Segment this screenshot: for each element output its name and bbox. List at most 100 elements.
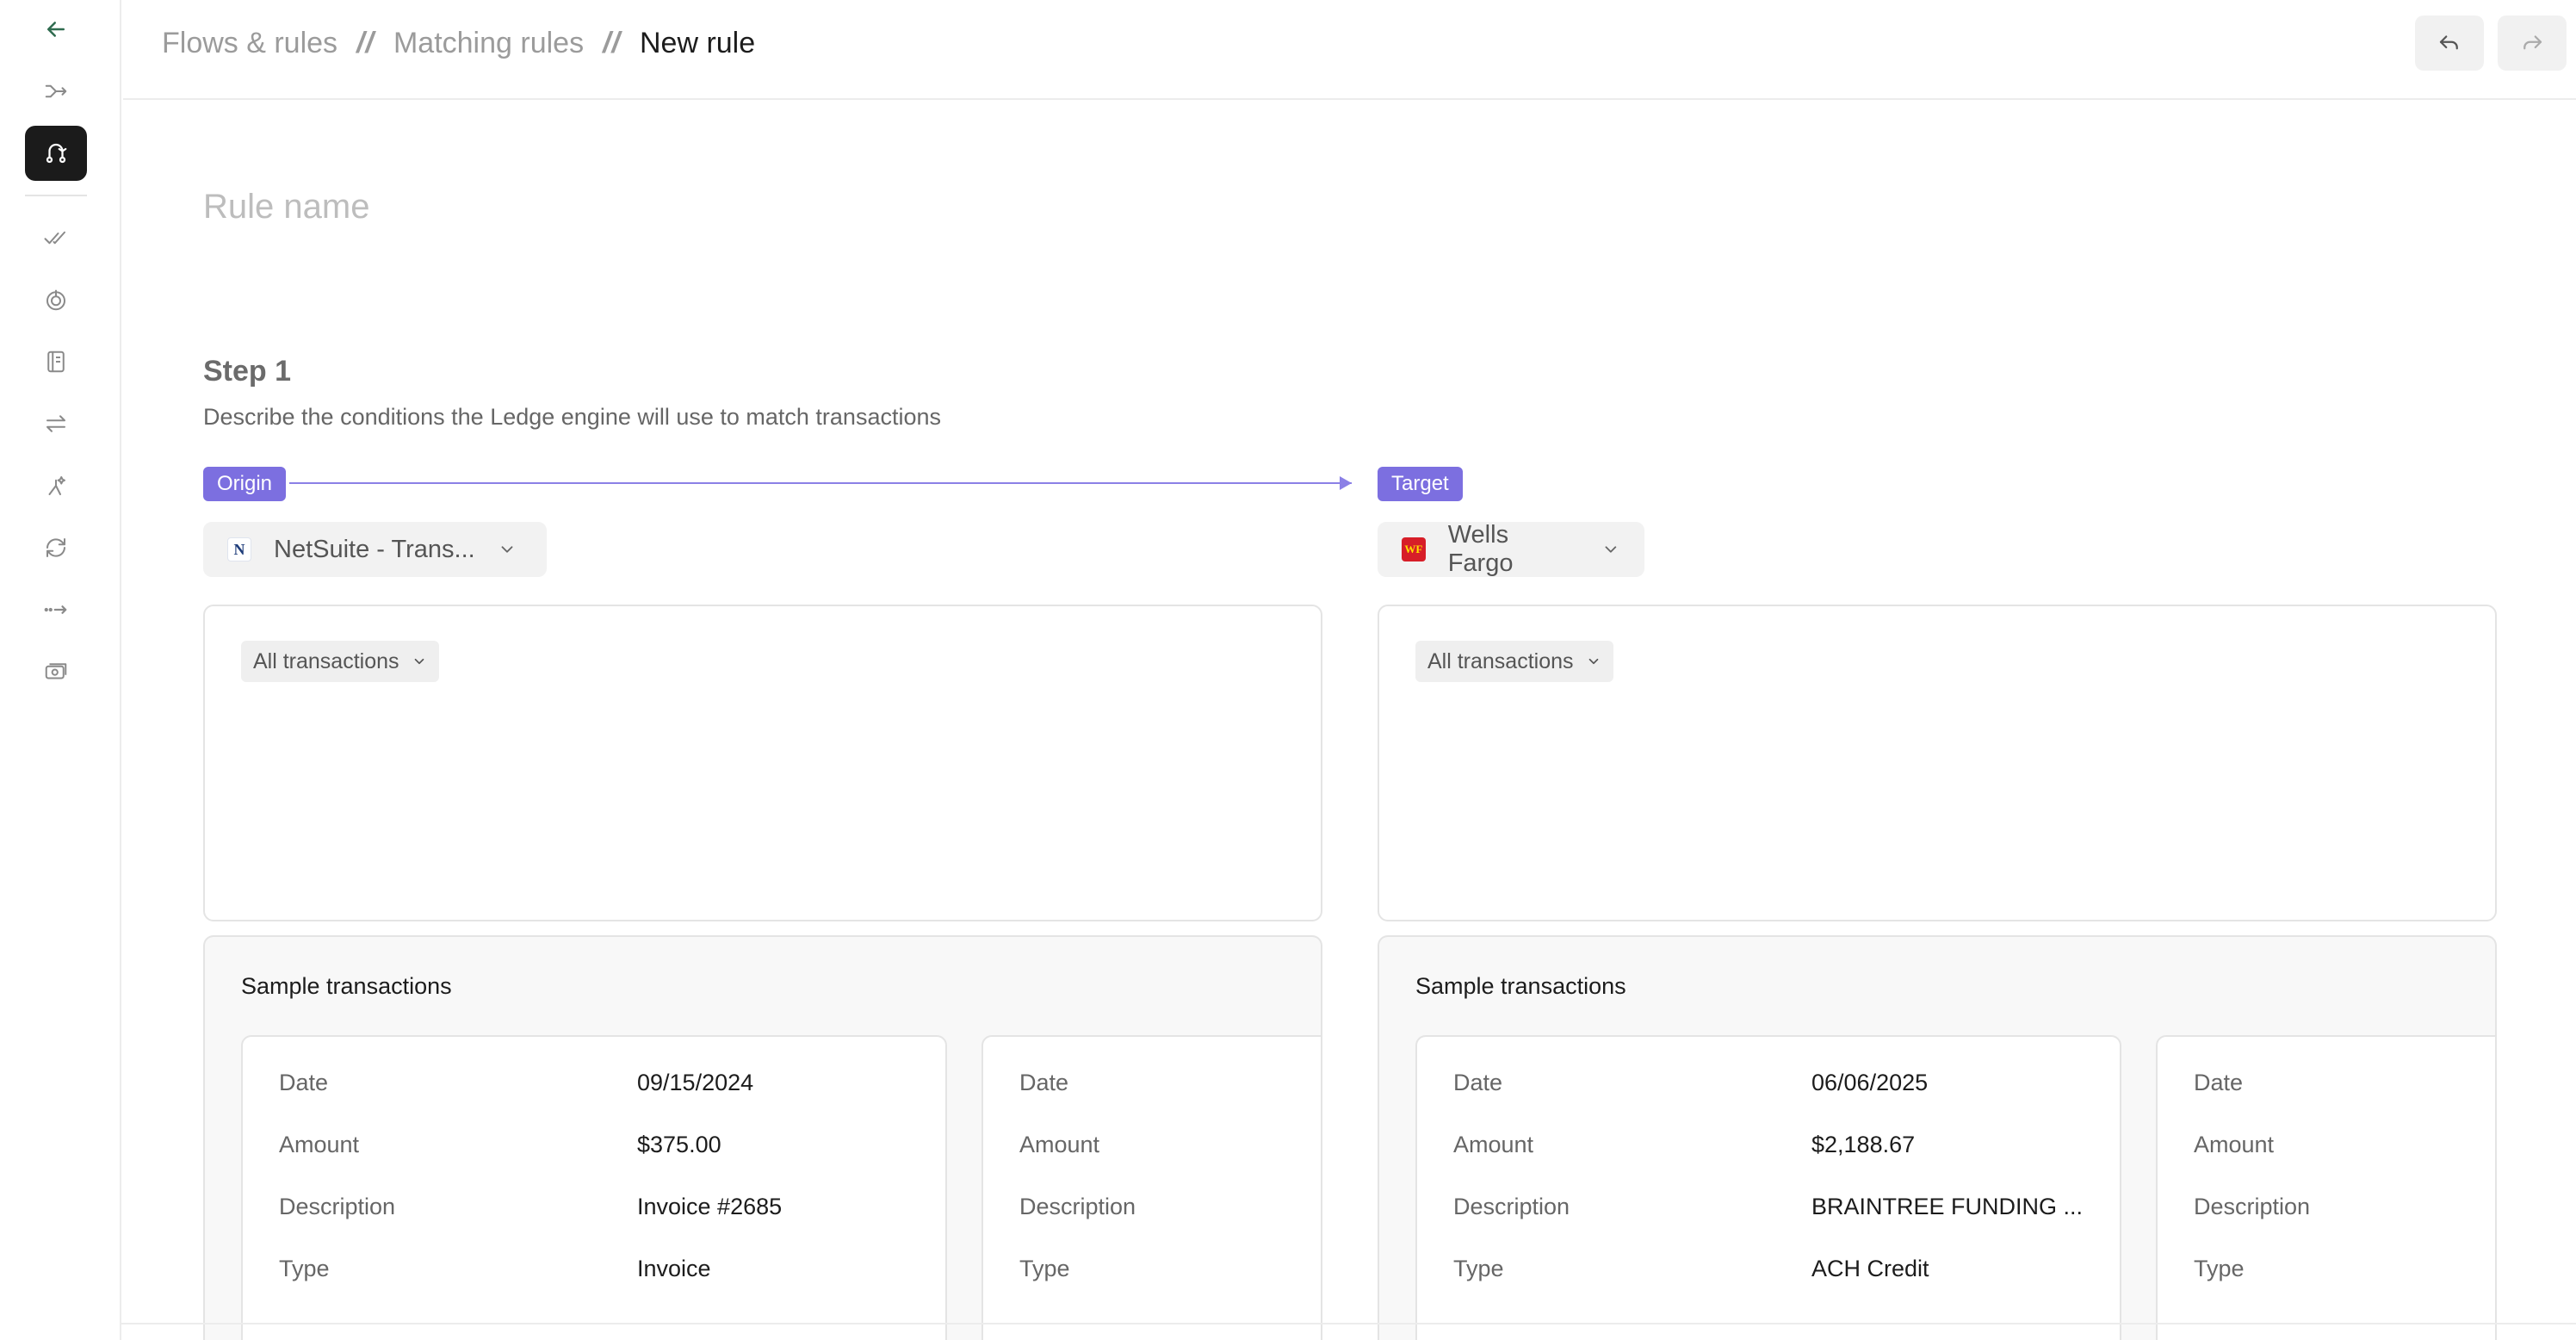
field-row-description: Description BRAINTREE FUNDING ...: [1453, 1194, 2083, 1220]
origin-source-label: NetSuite - Trans...: [274, 535, 475, 563]
top-header: Flows & rules // Matching rules // New r…: [123, 0, 2576, 100]
sidebar-item-automation[interactable]: [25, 458, 87, 513]
sidebar-item-sync[interactable]: [25, 520, 87, 575]
target-sample-card[interactable]: Date 06/06/2025 Amount $2,188.67 Descripti…: [1415, 1035, 2121, 1340]
chevron-down-icon: [414, 658, 424, 665]
breadcrumb-separator: //: [356, 26, 375, 59]
sidebar-item-cash[interactable]: [25, 644, 87, 699]
field-row-date: Date 06/06/2025: [1453, 1070, 1928, 1096]
sidebar-item-transfers[interactable]: [25, 396, 87, 451]
step-title: Step 1: [203, 355, 292, 388]
target-sample-title: Sample transactions: [1415, 973, 1626, 999]
target-source-select[interactable]: WF Wells Fargo: [1378, 521, 1644, 577]
chevron-down-icon: [1605, 546, 1617, 553]
field-row-type: Type Invoice: [279, 1256, 711, 1282]
field-label: Description: [279, 1194, 396, 1219]
field-label: Date: [2194, 1070, 2244, 1095]
target-pill: Target: [1378, 467, 1463, 501]
step-description: Describe the conditions the Ledge engine…: [203, 404, 941, 430]
breadcrumb-separator: //: [603, 26, 621, 59]
wells-fargo-logo-icon: WF: [1402, 537, 1426, 561]
origin-filter-label: All transactions: [253, 648, 399, 673]
origin-sample-card[interactable]: Date 09/15/2024 Amount $375.00 Description…: [241, 1035, 947, 1340]
origin-pill: Origin: [203, 467, 287, 501]
sidebar-item-matching-rules[interactable]: [25, 126, 87, 181]
sidebar-item-reconciliation[interactable]: [25, 210, 87, 265]
sidebar-item-ledger[interactable]: [25, 334, 87, 389]
double-check-icon: [44, 231, 65, 245]
field-label: Amount: [2194, 1132, 2275, 1157]
field-label: Description: [2194, 1194, 2311, 1219]
field-row-amount: Amount: [1019, 1132, 1099, 1158]
back-button[interactable]: [25, 2, 87, 57]
netsuite-logo-icon: N: [227, 537, 251, 561]
sidebar: [0, 0, 121, 1340]
field-row-amount: Amount $375.00: [279, 1132, 721, 1158]
field-label: Type: [279, 1256, 330, 1281]
target-source-label: Wells Fargo: [1447, 521, 1514, 577]
origin-target-connector: [289, 482, 1352, 484]
field-value: 09/15/2024: [637, 1070, 754, 1095]
target-filter-label: All transactions: [1427, 648, 1574, 673]
undo-icon: [2439, 35, 2458, 50]
field-value: $2,188.67: [1811, 1132, 1916, 1157]
field-row-date: Date: [2194, 1070, 2243, 1096]
breadcrumb: Flows & rules // Matching rules // New r…: [162, 22, 755, 64]
field-row-description: Description: [1019, 1194, 1136, 1220]
target-sample-card[interactable]: Date Amount Description Type: [2156, 1035, 2495, 1340]
field-row-amount: Amount $2,188.67: [1453, 1132, 1915, 1158]
field-row-type: Type ACH Credit: [1453, 1256, 1929, 1282]
field-label: Description: [1019, 1194, 1136, 1219]
field-label: Type: [2194, 1256, 2245, 1281]
connector-arrowhead: [1340, 476, 1352, 490]
chevron-down-icon: [1588, 658, 1598, 665]
breadcrumb-flows-rules[interactable]: Flows & rules: [162, 27, 337, 60]
dots-arrow-icon: [44, 605, 67, 614]
chevron-down-icon: [501, 546, 513, 553]
origin-filter-dropdown[interactable]: All transactions: [241, 641, 439, 682]
field-label: Date: [1019, 1070, 1069, 1095]
field-value: ACH Credit: [1811, 1256, 1929, 1281]
breadcrumb-new-rule: New rule: [639, 26, 756, 59]
origin-sample-title: Sample transactions: [241, 973, 452, 999]
field-label: Type: [1453, 1256, 1504, 1281]
field-row-type: Type: [2194, 1256, 2245, 1282]
breadcrumb-matching-rules[interactable]: Matching rules: [393, 27, 584, 60]
field-value: Invoice #2685: [637, 1194, 783, 1219]
rule-name-input[interactable]: [203, 181, 1064, 233]
matching-rules-icon: [46, 143, 67, 164]
undo-button[interactable]: [2415, 16, 2484, 71]
sync-icon: [46, 538, 65, 557]
field-value: BRAINTREE FUNDING ...: [1811, 1194, 2084, 1219]
redo-icon: [2523, 35, 2542, 50]
target-filter-dropdown[interactable]: All transactions: [1415, 641, 1613, 682]
origin-sample-panel: Sample transactions Date 09/15/2024 Amoun…: [203, 935, 1322, 1340]
target-sample-panel: Sample transactions Date 06/06/2025 Amoun…: [1378, 935, 2497, 1340]
transfer-arrows-icon: [46, 415, 65, 432]
field-value: 06/06/2025: [1811, 1070, 1929, 1095]
origin-filter-box: All transactions: [203, 605, 1322, 921]
target-icon: [46, 289, 65, 311]
field-row-description: Description Invoice #2685: [279, 1194, 782, 1220]
field-row-date: Date 09/15/2024: [279, 1070, 753, 1096]
redo-button[interactable]: [2498, 16, 2567, 71]
field-label: Date: [279, 1070, 329, 1095]
field-row-amount: Amount: [2194, 1132, 2274, 1158]
field-label: Description: [1453, 1194, 1570, 1219]
origin-source-select[interactable]: N NetSuite - Trans...: [203, 522, 547, 577]
sidebar-item-pipelines[interactable]: [25, 582, 87, 637]
field-row-description: Description: [2194, 1194, 2310, 1220]
sidebar-divider: [25, 195, 87, 196]
field-value: $375.00: [637, 1132, 721, 1157]
field-label: Amount: [1453, 1132, 1534, 1157]
origin-sample-card[interactable]: Date Amount Description Type: [981, 1035, 1321, 1340]
sidebar-item-flows[interactable]: [25, 64, 87, 119]
field-label: Amount: [1019, 1132, 1100, 1157]
flow-merge-icon: [45, 84, 67, 98]
field-row-date: Date: [1019, 1070, 1068, 1096]
field-value: Invoice: [637, 1256, 711, 1281]
field-label: Date: [1453, 1070, 1503, 1095]
sparkle-flow-icon: [48, 476, 65, 495]
sidebar-item-targets[interactable]: [25, 272, 87, 327]
book-icon: [47, 351, 65, 373]
